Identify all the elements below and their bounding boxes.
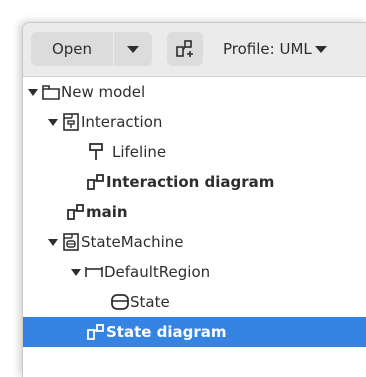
package-icon bbox=[41, 82, 61, 102]
expander-arrow-icon[interactable] bbox=[28, 88, 38, 96]
diagram-icon bbox=[86, 322, 106, 342]
lifeline-icon bbox=[86, 142, 106, 162]
tree-item-new-model[interactable]: New model bbox=[23, 77, 366, 107]
tree-item-label: Interaction bbox=[81, 113, 163, 131]
open-dropdown-button[interactable] bbox=[114, 32, 152, 66]
region-icon bbox=[84, 262, 104, 282]
tree-item-lifeline[interactable]: Lifeline bbox=[23, 137, 366, 167]
model-tree: New model Interaction Lifeline Interacti… bbox=[23, 77, 366, 347]
expander-arrow-icon[interactable] bbox=[48, 238, 58, 246]
tree-item-label: main bbox=[86, 203, 128, 221]
state-machine-icon bbox=[61, 232, 81, 252]
new-diagram-button[interactable] bbox=[167, 32, 203, 66]
tree-item-main[interactable]: main bbox=[23, 197, 366, 227]
expander-arrow-icon[interactable] bbox=[48, 118, 58, 126]
tree-item-label: Interaction diagram bbox=[106, 173, 275, 191]
open-button-label: Open bbox=[51, 40, 93, 58]
diagram-icon bbox=[66, 202, 86, 222]
chevron-down-icon bbox=[314, 46, 327, 53]
chevron-down-icon bbox=[127, 45, 139, 53]
tree-item-interaction[interactable]: Interaction bbox=[23, 107, 366, 137]
model-browser-window: Open Profile: UML New model Interaction … bbox=[22, 22, 366, 377]
tree-item-label: DefaultRegion bbox=[104, 263, 211, 281]
state-icon bbox=[110, 292, 130, 312]
diagram-icon bbox=[86, 172, 106, 192]
add-diagram-icon bbox=[176, 40, 193, 57]
tree-item-label: StateMachine bbox=[81, 233, 184, 251]
profile-label: Profile: UML bbox=[223, 40, 312, 58]
tree-item-label: State diagram bbox=[106, 323, 227, 341]
tree-item-label: New model bbox=[61, 83, 146, 101]
interaction-icon bbox=[61, 112, 81, 132]
tree-item-state-machine[interactable]: StateMachine bbox=[23, 227, 366, 257]
tree-item-state[interactable]: State bbox=[23, 287, 366, 317]
expander-arrow-icon[interactable] bbox=[71, 268, 81, 276]
open-button[interactable]: Open bbox=[31, 32, 113, 66]
header-bar: Open Profile: UML bbox=[23, 23, 366, 77]
tree-item-interaction-diagram[interactable]: Interaction diagram bbox=[23, 167, 366, 197]
tree-item-label: Lifeline bbox=[112, 143, 167, 161]
profile-selector[interactable]: Profile: UML bbox=[223, 32, 327, 66]
tree-item-state-diagram[interactable]: State diagram bbox=[23, 317, 366, 347]
tree-item-label: State bbox=[130, 293, 170, 311]
tree-item-default-region[interactable]: DefaultRegion bbox=[23, 257, 366, 287]
